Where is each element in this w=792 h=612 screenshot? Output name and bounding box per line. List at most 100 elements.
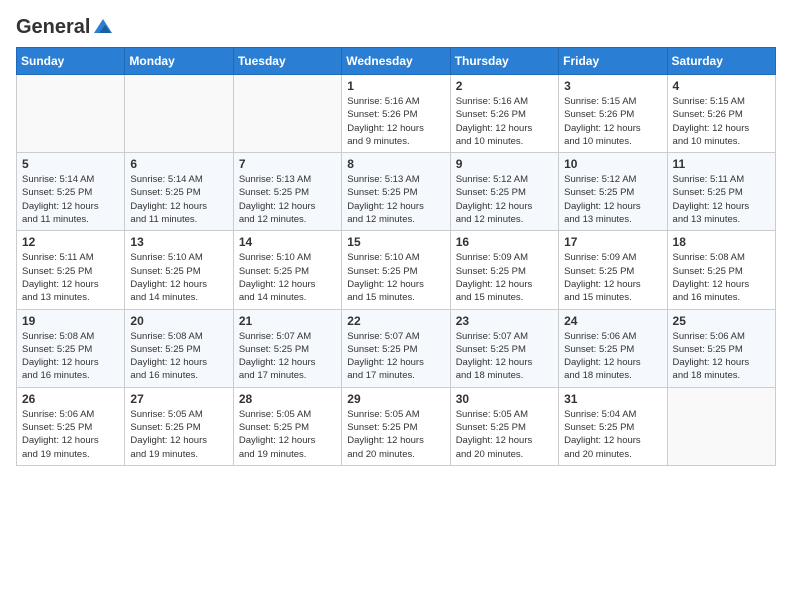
- day-info: Sunrise: 5:04 AMSunset: 5:25 PMDaylight:…: [564, 408, 661, 461]
- calendar-cell: [233, 75, 341, 153]
- day-info: Sunrise: 5:16 AMSunset: 5:26 PMDaylight:…: [456, 95, 553, 148]
- day-info: Sunrise: 5:08 AMSunset: 5:25 PMDaylight:…: [130, 330, 227, 383]
- day-info: Sunrise: 5:07 AMSunset: 5:25 PMDaylight:…: [456, 330, 553, 383]
- day-number: 22: [347, 314, 444, 328]
- calendar-table: SundayMondayTuesdayWednesdayThursdayFrid…: [16, 47, 776, 466]
- day-number: 15: [347, 235, 444, 249]
- calendar-cell: 15 Sunrise: 5:10 AMSunset: 5:25 PMDayligh…: [342, 231, 450, 309]
- day-number: 16: [456, 235, 553, 249]
- calendar-cell: 2 Sunrise: 5:16 AMSunset: 5:26 PMDaylight…: [450, 75, 558, 153]
- calendar-row: 12 Sunrise: 5:11 AMSunset: 5:25 PMDayligh…: [17, 231, 776, 309]
- day-number: 9: [456, 157, 553, 171]
- day-info: Sunrise: 5:13 AMSunset: 5:25 PMDaylight:…: [239, 173, 336, 226]
- calendar-row: 19 Sunrise: 5:08 AMSunset: 5:25 PMDayligh…: [17, 309, 776, 387]
- calendar-row: 26Sunrise: 5:06 AMSunset: 5:25 PMDayligh…: [17, 387, 776, 465]
- calendar-cell: 29 Sunrise: 5:05 AMSunset: 5:25 PMDayligh…: [342, 387, 450, 465]
- day-info: Sunrise: 5:08 AMSunset: 5:25 PMDaylight:…: [673, 251, 770, 304]
- calendar-cell: 30 Sunrise: 5:05 AMSunset: 5:25 PMDayligh…: [450, 387, 558, 465]
- day-info: Sunrise: 5:10 AMSunset: 5:25 PMDaylight:…: [347, 251, 444, 304]
- weekday-header: Friday: [559, 48, 667, 75]
- calendar-cell: 1 Sunrise: 5:16 AMSunset: 5:26 PMDaylight…: [342, 75, 450, 153]
- day-info: Sunrise: 5:14 AMSunset: 5:25 PMDaylight:…: [130, 173, 227, 226]
- day-number: 2: [456, 79, 553, 93]
- day-number: 30: [456, 392, 553, 406]
- day-number: 21: [239, 314, 336, 328]
- day-number: 24: [564, 314, 661, 328]
- calendar-cell: 17Sunrise: 5:09 AMSunset: 5:25 PMDayligh…: [559, 231, 667, 309]
- calendar-cell: 28 Sunrise: 5:05 AMSunset: 5:25 PMDayligh…: [233, 387, 341, 465]
- day-number: 5: [22, 157, 119, 171]
- day-info: Sunrise: 5:14 AMSunset: 5:25 PMDaylight:…: [22, 173, 119, 226]
- weekday-header: Sunday: [17, 48, 125, 75]
- day-number: 11: [673, 157, 770, 171]
- weekday-header: Monday: [125, 48, 233, 75]
- day-info: Sunrise: 5:06 AMSunset: 5:25 PMDaylight:…: [564, 330, 661, 383]
- logo-general-text: General: [16, 16, 90, 39]
- day-info: Sunrise: 5:05 AMSunset: 5:25 PMDaylight:…: [347, 408, 444, 461]
- weekday-header: Wednesday: [342, 48, 450, 75]
- calendar-cell: 10Sunrise: 5:12 AMSunset: 5:25 PMDayligh…: [559, 153, 667, 231]
- day-number: 25: [673, 314, 770, 328]
- day-info: Sunrise: 5:05 AMSunset: 5:25 PMDaylight:…: [239, 408, 336, 461]
- day-number: 27: [130, 392, 227, 406]
- day-info: Sunrise: 5:05 AMSunset: 5:25 PMDaylight:…: [130, 408, 227, 461]
- calendar-cell: 6 Sunrise: 5:14 AMSunset: 5:25 PMDaylight…: [125, 153, 233, 231]
- day-number: 12: [22, 235, 119, 249]
- day-number: 13: [130, 235, 227, 249]
- day-number: 20: [130, 314, 227, 328]
- day-number: 6: [130, 157, 227, 171]
- day-number: 23: [456, 314, 553, 328]
- day-info: Sunrise: 5:08 AMSunset: 5:25 PMDaylight:…: [22, 330, 119, 383]
- day-info: Sunrise: 5:12 AMSunset: 5:25 PMDaylight:…: [456, 173, 553, 226]
- calendar-cell: [667, 387, 775, 465]
- calendar-cell: 11 Sunrise: 5:11 AMSunset: 5:25 PMDayligh…: [667, 153, 775, 231]
- day-number: 29: [347, 392, 444, 406]
- weekday-header: Tuesday: [233, 48, 341, 75]
- calendar-cell: 5 Sunrise: 5:14 AMSunset: 5:25 PMDaylight…: [17, 153, 125, 231]
- day-info: Sunrise: 5:09 AMSunset: 5:25 PMDaylight:…: [564, 251, 661, 304]
- day-number: 31: [564, 392, 661, 406]
- day-info: Sunrise: 5:15 AMSunset: 5:26 PMDaylight:…: [564, 95, 661, 148]
- calendar-cell: 14 Sunrise: 5:10 AMSunset: 5:25 PMDayligh…: [233, 231, 341, 309]
- day-info: Sunrise: 5:13 AMSunset: 5:25 PMDaylight:…: [347, 173, 444, 226]
- calendar-row: 1 Sunrise: 5:16 AMSunset: 5:26 PMDaylight…: [17, 75, 776, 153]
- day-info: Sunrise: 5:05 AMSunset: 5:25 PMDaylight:…: [456, 408, 553, 461]
- calendar-cell: 20 Sunrise: 5:08 AMSunset: 5:25 PMDayligh…: [125, 309, 233, 387]
- day-number: 14: [239, 235, 336, 249]
- calendar-cell: 31 Sunrise: 5:04 AMSunset: 5:25 PMDayligh…: [559, 387, 667, 465]
- day-info: Sunrise: 5:09 AMSunset: 5:25 PMDaylight:…: [456, 251, 553, 304]
- logo: General: [16, 16, 114, 35]
- day-info: Sunrise: 5:16 AMSunset: 5:26 PMDaylight:…: [347, 95, 444, 148]
- day-number: 4: [673, 79, 770, 93]
- calendar-cell: 3 Sunrise: 5:15 AMSunset: 5:26 PMDaylight…: [559, 75, 667, 153]
- calendar-cell: 27 Sunrise: 5:05 AMSunset: 5:25 PMDayligh…: [125, 387, 233, 465]
- day-number: 28: [239, 392, 336, 406]
- day-number: 19: [22, 314, 119, 328]
- calendar-cell: 19 Sunrise: 5:08 AMSunset: 5:25 PMDayligh…: [17, 309, 125, 387]
- day-info: Sunrise: 5:10 AMSunset: 5:25 PMDaylight:…: [239, 251, 336, 304]
- page-header: General: [16, 16, 776, 35]
- day-info: Sunrise: 5:11 AMSunset: 5:25 PMDaylight:…: [22, 251, 119, 304]
- logo-icon: [92, 15, 114, 37]
- calendar-cell: 13Sunrise: 5:10 AMSunset: 5:25 PMDayligh…: [125, 231, 233, 309]
- day-number: 3: [564, 79, 661, 93]
- day-info: Sunrise: 5:06 AMSunset: 5:25 PMDaylight:…: [22, 408, 119, 461]
- day-info: Sunrise: 5:07 AMSunset: 5:25 PMDaylight:…: [239, 330, 336, 383]
- day-info: Sunrise: 5:12 AMSunset: 5:25 PMDaylight:…: [564, 173, 661, 226]
- day-number: 18: [673, 235, 770, 249]
- calendar-cell: 18 Sunrise: 5:08 AMSunset: 5:25 PMDayligh…: [667, 231, 775, 309]
- day-number: 7: [239, 157, 336, 171]
- day-info: Sunrise: 5:07 AMSunset: 5:25 PMDaylight:…: [347, 330, 444, 383]
- calendar-cell: 7 Sunrise: 5:13 AMSunset: 5:25 PMDaylight…: [233, 153, 341, 231]
- weekday-header: Saturday: [667, 48, 775, 75]
- day-number: 1: [347, 79, 444, 93]
- calendar-cell: [125, 75, 233, 153]
- weekday-header: Thursday: [450, 48, 558, 75]
- calendar-cell: 21 Sunrise: 5:07 AMSunset: 5:25 PMDayligh…: [233, 309, 341, 387]
- calendar-header-row: SundayMondayTuesdayWednesdayThursdayFrid…: [17, 48, 776, 75]
- calendar-cell: [17, 75, 125, 153]
- day-info: Sunrise: 5:15 AMSunset: 5:26 PMDaylight:…: [673, 95, 770, 148]
- day-info: Sunrise: 5:11 AMSunset: 5:25 PMDaylight:…: [673, 173, 770, 226]
- calendar-cell: 22 Sunrise: 5:07 AMSunset: 5:25 PMDayligh…: [342, 309, 450, 387]
- day-number: 8: [347, 157, 444, 171]
